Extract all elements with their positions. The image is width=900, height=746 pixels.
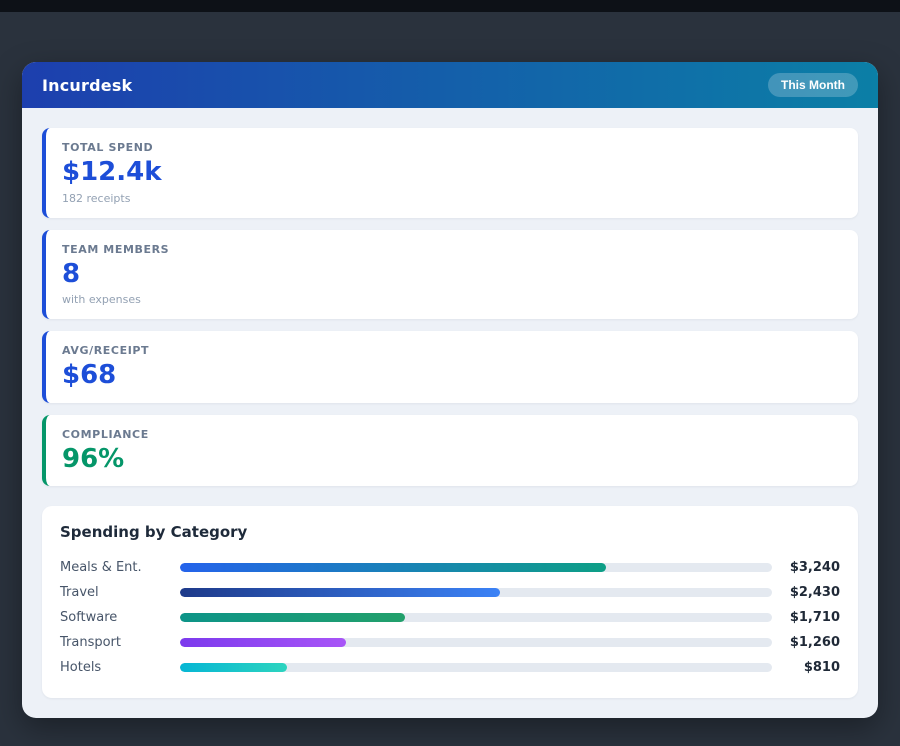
stat-label: TOTAL SPEND [62, 141, 842, 154]
period-badge[interactable]: This Month [768, 73, 858, 97]
stat-value: $68 [62, 361, 842, 390]
category-label: Transport [60, 635, 180, 650]
chart-title: Spending by Category [60, 523, 840, 541]
bar-fill-hotels [180, 663, 287, 672]
dashboard-card: Incurdesk This Month TOTAL SPEND $12.4k … [22, 62, 878, 718]
chart-row-software: Software $1,710 [60, 605, 840, 630]
bar-fill-transport [180, 638, 346, 647]
category-label: Meals & Ent. [60, 560, 180, 575]
bar-fill-software [180, 613, 405, 622]
bar-track [180, 638, 772, 647]
stat-card-compliance: COMPLIANCE 96% [42, 415, 858, 487]
chart-row-hotels: Hotels $810 [60, 655, 840, 680]
chart-row-transport: Transport $1,260 [60, 630, 840, 655]
category-value: $1,710 [772, 610, 840, 625]
bar-fill-meals [180, 563, 606, 572]
top-strip [0, 0, 900, 12]
bar-fill-travel [180, 588, 500, 597]
category-label: Travel [60, 585, 180, 600]
stat-card-avg-receipt: AVG/RECEIPT $68 [42, 331, 858, 403]
category-value: $2,430 [772, 585, 840, 600]
category-label: Hotels [60, 660, 180, 675]
chart-row-travel: Travel $2,430 [60, 580, 840, 605]
spending-chart-card: Spending by Category Meals & Ent. $3,240… [42, 506, 858, 698]
chart-row-meals: Meals & Ent. $3,240 [60, 555, 840, 580]
stat-value: 96% [62, 445, 842, 474]
stat-label: TEAM MEMBERS [62, 243, 842, 256]
stat-card-team-members: TEAM MEMBERS 8 with expenses [42, 230, 858, 320]
bar-track [180, 563, 772, 572]
category-value: $1,260 [772, 635, 840, 650]
app-title: Incurdesk [42, 76, 132, 95]
app-header: Incurdesk This Month [22, 62, 878, 108]
category-label: Software [60, 610, 180, 625]
bar-track [180, 613, 772, 622]
stat-sub: with expenses [62, 293, 842, 306]
stat-label: COMPLIANCE [62, 428, 842, 441]
stat-label: AVG/RECEIPT [62, 344, 842, 357]
stat-value: $12.4k [62, 158, 842, 187]
category-value: $810 [772, 660, 840, 675]
stat-value: 8 [62, 260, 842, 289]
bar-track [180, 663, 772, 672]
stat-sub: 182 receipts [62, 192, 842, 205]
dashboard-content: TOTAL SPEND $12.4k 182 receipts TEAM MEM… [22, 108, 878, 718]
stat-card-total-spend: TOTAL SPEND $12.4k 182 receipts [42, 128, 858, 218]
bar-track [180, 588, 772, 597]
category-value: $3,240 [772, 560, 840, 575]
